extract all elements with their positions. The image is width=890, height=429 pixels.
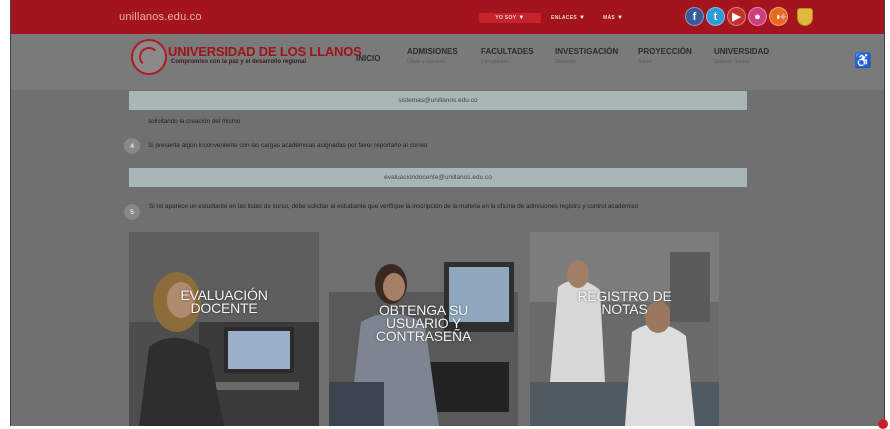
mas-menu[interactable]: MÁS ▼ <box>603 13 623 23</box>
floating-button[interactable] <box>878 419 888 429</box>
top-bar: unillanos.edu.co YO SOY ▼ ENLACES ▼ MÁS … <box>11 0 884 34</box>
browser-viewport: unillanos.edu.co YO SOY ▼ ENLACES ▼ MÁS … <box>10 0 885 426</box>
nav-facultades[interactable]: FACULTADES y programas <box>481 47 534 65</box>
nav-sublabel: Social <box>638 59 652 65</box>
nav-admisiones[interactable]: ADMISIONES Únete a nosotros <box>407 47 458 65</box>
facebook-icon[interactable]: f <box>685 7 704 26</box>
caret-down-icon: ▼ <box>617 15 624 21</box>
site-domain[interactable]: unillanos.edu.co <box>119 11 202 23</box>
nav-label: ADMISIONES <box>407 47 458 56</box>
nav-label: FACULTADES <box>481 47 534 56</box>
nav-sublabel: y programas <box>481 59 509 65</box>
caret-down-icon: ▼ <box>579 15 586 21</box>
accessibility-icon[interactable]: ♿ <box>854 52 871 69</box>
email-evaluacion-link[interactable]: evaluaciondocente@unillanos.edu.co <box>384 174 492 181</box>
nav-label: INVESTIGACIÓN <box>555 47 619 56</box>
card-title: REGISTRO DE NOTAS <box>530 289 719 317</box>
card-title: EVALUACIÓN DOCENTE <box>129 288 319 316</box>
twitter-icon[interactable]: t <box>706 7 725 26</box>
yo-soy-menu[interactable]: YO SOY ▼ <box>479 13 541 23</box>
nav-label: PROYECCIÓN <box>638 47 692 56</box>
card-obtenga-usuario[interactable]: OBTENGA SU USUARIO Y CONTRASEÑA <box>329 232 518 426</box>
card-title-line: DOCENTE <box>190 300 258 316</box>
nav-label: UNIVERSIDAD <box>714 47 770 56</box>
step-number-badge: 5 <box>124 204 140 220</box>
email-box-sistemas: sistemas@unillanos.edu.co <box>129 91 747 110</box>
enlaces-menu[interactable]: ENLACES ▼ <box>551 13 585 23</box>
nav-inicio[interactable]: INICIO <box>356 54 380 63</box>
nav-sublabel: Quiénes Somos <box>714 59 750 65</box>
site-header: UNIVERSIDAD DE LOS LLANOS Compromiso con… <box>11 34 884 90</box>
brand-slogan: Compromiso con la paz y el desarrollo re… <box>171 59 307 65</box>
mas-label: MÁS <box>603 15 616 21</box>
coat-of-arms-icon[interactable] <box>797 8 813 26</box>
step-5-text: Si no aparece un estudiante en las lista… <box>149 203 639 210</box>
step-4-text: Si presenta algún inconveniente con las … <box>148 142 428 149</box>
star-icon[interactable]: ✦ <box>774 7 792 27</box>
card-photo-lab <box>530 232 719 426</box>
university-logo[interactable] <box>131 39 167 75</box>
social-links: f t ▶ ● ◗ <box>685 7 788 27</box>
card-evaluacion-docente[interactable]: EVALUACIÓN DOCENTE <box>129 232 319 426</box>
main-content: sistemas@unillanos.edu.co solicitando la… <box>11 90 884 426</box>
logo-emblem <box>139 47 159 67</box>
enlaces-label: ENLACES <box>551 15 577 21</box>
flickr-icon[interactable]: ● <box>748 7 767 26</box>
instruction-text: solicitando la creación del mismo <box>148 118 241 125</box>
nav-sublabel: Dirección <box>555 59 576 65</box>
email-box-evaluacion: evaluaciondocente@unillanos.edu.co <box>129 168 747 187</box>
nav-proyeccion[interactable]: PROYECCIÓN Social <box>638 47 692 65</box>
nav-investigacion[interactable]: INVESTIGACIÓN Dirección <box>555 47 618 65</box>
card-title: OBTENGA SU USUARIO Y CONTRASEÑA <box>329 303 518 344</box>
nav-sublabel: Únete a nosotros <box>407 59 446 65</box>
youtube-icon[interactable]: ▶ <box>727 7 746 26</box>
step-number-badge: 4 <box>124 138 140 154</box>
card-photo-teacher <box>129 232 319 426</box>
card-registro-notas[interactable]: REGISTRO DE NOTAS <box>530 232 719 426</box>
card-title-line: NOTAS <box>601 301 648 317</box>
nav-label: INICIO <box>356 54 381 63</box>
brand-name[interactable]: UNIVERSIDAD DE LOS LLANOS <box>168 44 362 59</box>
caret-down-icon: ▼ <box>518 15 525 21</box>
email-sistemas-link[interactable]: sistemas@unillanos.edu.co <box>398 97 477 104</box>
yo-soy-label: YO SOY <box>495 15 517 21</box>
nav-universidad[interactable]: UNIVERSIDAD Quiénes Somos <box>714 47 769 65</box>
card-title-line: CONTRASEÑA <box>375 328 472 344</box>
